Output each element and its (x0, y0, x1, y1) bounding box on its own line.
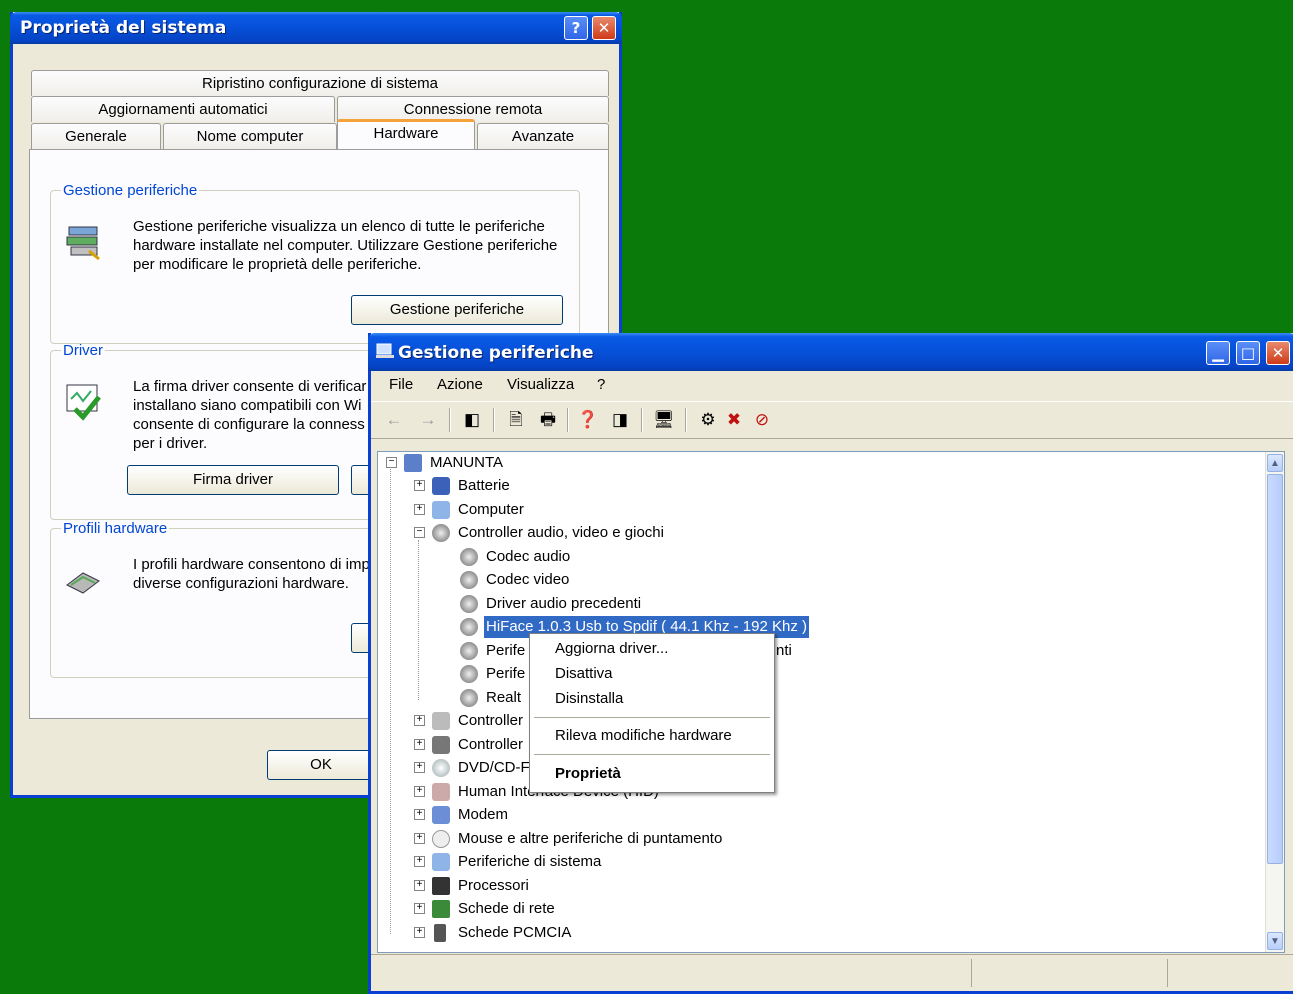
usb-icon (432, 736, 450, 754)
tab-aggiornamenti[interactable]: Aggiornamenti automatici (31, 96, 335, 122)
speaker-icon (460, 618, 478, 636)
speaker-icon (460, 571, 478, 589)
expand-icon[interactable]: + (414, 903, 425, 914)
group-description: La firma driver consente di verificar in… (133, 378, 367, 452)
expand-icon[interactable]: + (414, 715, 425, 726)
collapse-icon[interactable]: − (386, 457, 397, 468)
menu-file[interactable]: File (389, 376, 413, 393)
expand-icon[interactable]: + (414, 927, 425, 938)
scroll-down-icon[interactable]: ▼ (1267, 932, 1283, 950)
minimize-button[interactable]: ▁ (1206, 341, 1230, 365)
close-button[interactable]: ✕ (592, 16, 616, 40)
network-card-icon (432, 900, 450, 918)
expand-icon[interactable]: + (414, 480, 425, 491)
expand-icon[interactable]: + (414, 786, 425, 797)
tab-avanzate[interactable]: Avanzate (477, 123, 609, 149)
maximize-button[interactable]: □ (1236, 341, 1260, 365)
menu-item-proprieta[interactable]: Proprietà (555, 765, 621, 782)
expand-icon[interactable]: + (414, 739, 425, 750)
menu-help[interactable]: ? (597, 376, 605, 393)
device-manager-window: Gestione periferiche ▁ □ ✕ File Azione V… (368, 333, 1293, 994)
cdrom-icon (432, 759, 450, 777)
expand-icon[interactable]: + (414, 880, 425, 891)
computer-icon (404, 454, 422, 472)
update-driver-icon[interactable]: ⚙ (697, 409, 719, 431)
computer-icon (376, 343, 394, 359)
speaker-icon (460, 689, 478, 707)
scroll-thumb[interactable] (1267, 474, 1283, 864)
hardware-profiles-icon (63, 559, 103, 599)
scan-hardware-icon[interactable]: 🖥 (653, 409, 675, 431)
properties-icon[interactable]: 🗎 (505, 409, 527, 431)
toolbar: ← → ◧ 🗎 🖶 ❓ ◨ 🖥 ⚙ ✖ ⊘ (371, 401, 1293, 439)
system-devices-icon (432, 853, 450, 871)
expand-icon[interactable]: + (414, 504, 425, 515)
firma-driver-button[interactable]: Firma driver (127, 465, 339, 495)
context-menu: Aggiorna driver... Disattiva Disinstalla… (529, 633, 775, 793)
expand-icon[interactable]: + (414, 809, 425, 820)
group-label: Profili hardware (63, 520, 168, 537)
menu-item-aggiorna-driver[interactable]: Aggiorna driver... (555, 640, 668, 657)
ok-button[interactable]: OK (267, 750, 375, 780)
device-manager-titlebar[interactable]: Gestione periferiche ▁ □ ✕ (368, 333, 1293, 371)
group-label: Gestione periferiche (63, 182, 198, 199)
menu-item-disinstalla[interactable]: Disinstalla (555, 690, 623, 707)
group-description: Gestione periferiche visualizza un elenc… (133, 218, 558, 273)
battery-icon (432, 477, 450, 495)
pcmcia-icon (434, 924, 446, 942)
help-icon[interactable]: ❓ (577, 409, 599, 431)
menu-item-rileva-modifiche[interactable]: Rileva modifiche hardware (555, 727, 732, 744)
menu-bar: File Azione Visualizza ? (371, 371, 1293, 397)
menu-item-disattiva[interactable]: Disattiva (555, 665, 613, 682)
uninstall-icon[interactable]: ✖ (723, 409, 745, 431)
tab-generale[interactable]: Generale (31, 123, 161, 149)
modem-icon (432, 806, 450, 824)
mouse-icon (432, 830, 450, 848)
close-button[interactable]: ✕ (1266, 341, 1290, 365)
tab-hardware[interactable]: Hardware (337, 119, 475, 149)
scroll-up-icon[interactable]: ▲ (1267, 454, 1283, 472)
gestione-periferiche-button[interactable]: Gestione periferiche (351, 295, 563, 325)
device-manager-icon (63, 221, 103, 261)
show-pane-icon[interactable]: ◨ (609, 409, 631, 431)
vertical-scrollbar[interactable]: ▲ ▼ (1265, 452, 1284, 952)
disable-icon[interactable]: ⊘ (751, 409, 773, 431)
window-title: Proprietà del sistema (20, 18, 227, 38)
speaker-icon (432, 524, 450, 542)
help-button[interactable]: ? (564, 16, 588, 40)
forward-icon[interactable]: → (417, 409, 439, 431)
group-label: Driver (63, 342, 103, 359)
processor-icon (432, 877, 450, 895)
show-hide-tree-icon[interactable]: ◧ (461, 409, 483, 431)
device-tree[interactable]: − MANUNTA + Batterie + Computer − Controlle… (377, 451, 1285, 953)
expand-icon[interactable]: + (414, 762, 425, 773)
expand-icon[interactable]: + (414, 833, 425, 844)
hid-icon (432, 783, 450, 801)
window-title: Gestione periferiche (398, 343, 594, 363)
group-description: I profili hardware consentono di imp div… (133, 556, 370, 592)
print-icon[interactable]: 🖶 (537, 409, 559, 431)
tab-ripristino[interactable]: Ripristino configurazione di sistema (31, 70, 609, 96)
back-icon[interactable]: ← (383, 409, 405, 431)
menu-azione[interactable]: Azione (437, 376, 483, 393)
collapse-icon[interactable]: − (414, 527, 425, 538)
speaker-icon (460, 548, 478, 566)
tab-nome-computer[interactable]: Nome computer (163, 123, 337, 149)
computer-icon (432, 501, 450, 519)
speaker-icon (460, 642, 478, 660)
menu-separator (534, 754, 770, 755)
system-properties-titlebar[interactable]: Proprietà del sistema ? ✕ (10, 12, 622, 44)
status-bar (371, 954, 1293, 991)
group-gestione-periferiche: Gestione periferiche Gestione periferich… (50, 182, 580, 344)
menu-visualizza[interactable]: Visualizza (507, 376, 574, 393)
driver-signing-icon (63, 381, 103, 421)
menu-separator (534, 717, 770, 718)
speaker-icon (460, 665, 478, 683)
ide-controller-icon (432, 712, 450, 730)
expand-icon[interactable]: + (414, 856, 425, 867)
speaker-icon (460, 595, 478, 613)
